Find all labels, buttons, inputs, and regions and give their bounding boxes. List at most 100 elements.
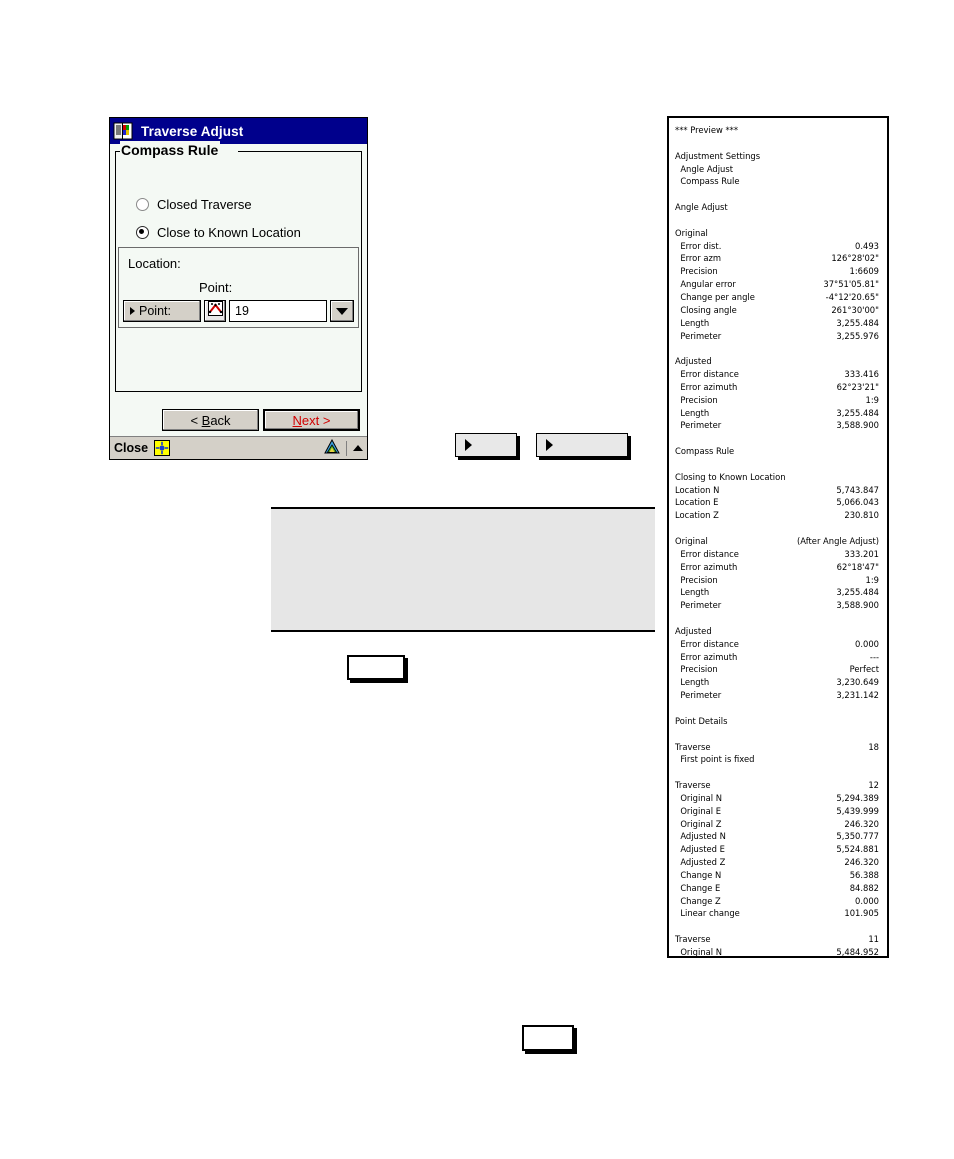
preview-line-value: 12 bbox=[868, 780, 879, 791]
preview-line-label: Precision bbox=[675, 664, 718, 675]
preview-blank-line bbox=[675, 612, 879, 625]
preview-line: Traverse 12 bbox=[675, 779, 879, 792]
preview-line-value: 37°51'05.81" bbox=[823, 279, 879, 290]
preview-line: Original E 5,439.999 bbox=[675, 805, 879, 818]
preview-line: Perimeter 3,231.142 bbox=[675, 689, 879, 702]
preview-line-label: Perimeter bbox=[675, 690, 722, 701]
arrow-button-2[interactable] bbox=[536, 433, 628, 457]
arrow-button-1[interactable] bbox=[455, 433, 517, 457]
preview-line-value: 3,255.484 bbox=[836, 407, 879, 418]
point-picker-button[interactable] bbox=[204, 300, 226, 322]
preview-line-label: Adjusted bbox=[675, 356, 712, 367]
triangle-right-icon bbox=[130, 307, 135, 315]
preview-line-value: 246.320 bbox=[844, 857, 879, 868]
preview-line: Traverse 11 bbox=[675, 933, 879, 946]
preview-line: Error azimuth 62°23'21" bbox=[675, 381, 879, 394]
point-dropdown-button[interactable] bbox=[330, 300, 354, 322]
preview-line: Angle Adjust bbox=[675, 163, 879, 176]
preview-line: Perimeter 3,588.900 bbox=[675, 419, 879, 432]
preview-line: Closing angle 261°30'00" bbox=[675, 304, 879, 317]
preview-line-label: Change N bbox=[675, 869, 722, 880]
preview-line: Location Z 230.810 bbox=[675, 509, 879, 522]
empty-box-2[interactable] bbox=[522, 1025, 574, 1051]
preview-line-value: 5,484.952 bbox=[836, 947, 879, 957]
preview-line-label: Adjusted E bbox=[675, 844, 725, 855]
book-icon bbox=[113, 121, 133, 141]
preview-line-value: 5,350.777 bbox=[836, 831, 879, 842]
traverse-adjust-dialog: Traverse Adjust Compass Rule Closed Trav… bbox=[109, 117, 368, 460]
preview-line-label: Location N bbox=[675, 484, 720, 495]
radio-indicator-unchecked[interactable] bbox=[136, 198, 149, 211]
preview-line: Location E 5,066.043 bbox=[675, 496, 879, 509]
preview-line-value: 3,255.976 bbox=[836, 330, 879, 341]
preview-line-value: 0.000 bbox=[855, 895, 879, 906]
point-mode-label: Point: bbox=[139, 304, 171, 318]
close-button[interactable]: Close bbox=[114, 441, 148, 455]
preview-line-label: Point Details bbox=[675, 715, 728, 726]
point-row: Point: 19 bbox=[123, 300, 354, 322]
preview-line: Closing to Known Location bbox=[675, 471, 879, 484]
preview-line-value: 3,588.900 bbox=[836, 600, 879, 611]
preview-line: Precision 1:6609 bbox=[675, 265, 879, 278]
preview-line-label: Length bbox=[675, 407, 710, 418]
warning-triangle-icon[interactable] bbox=[324, 438, 340, 457]
preview-line-value: 246.320 bbox=[844, 818, 879, 829]
next-button-label: Next > bbox=[292, 412, 331, 428]
preview-line: Error azimuth --- bbox=[675, 651, 879, 664]
preview-line-label: Adjusted bbox=[675, 625, 712, 636]
preview-line-label: Linear change bbox=[675, 908, 740, 919]
preview-line: Adjusted bbox=[675, 625, 879, 638]
preview-line: Error azimuth 62°18'47" bbox=[675, 561, 879, 574]
point-input[interactable]: 19 bbox=[229, 300, 327, 322]
empty-box-1[interactable] bbox=[347, 655, 405, 680]
next-button[interactable]: Next > bbox=[263, 409, 360, 431]
preview-line-label: Adjusted Z bbox=[675, 857, 726, 868]
preview-line: Original N 5,294.389 bbox=[675, 792, 879, 805]
preview-blank-line bbox=[675, 728, 879, 741]
preview-blank-line bbox=[675, 920, 879, 933]
navigation-buttons: < Back Next > bbox=[110, 409, 360, 431]
preview-line: Angular error 37°51'05.81" bbox=[675, 278, 879, 291]
preview-line-label: Compass Rule bbox=[675, 176, 740, 187]
preview-line-value: 1:9 bbox=[865, 574, 879, 585]
chevron-up-icon[interactable] bbox=[353, 445, 363, 451]
radio-closed-traverse[interactable]: Closed Traverse bbox=[136, 197, 252, 212]
radio-close-to-known-location[interactable]: Close to Known Location bbox=[136, 225, 301, 240]
preview-report-panel[interactable]: *** Preview *** Adjustment Settings Angle… bbox=[667, 116, 889, 958]
preview-line-label: Error distance bbox=[675, 548, 739, 559]
preview-line-value: 5,439.999 bbox=[836, 805, 879, 816]
preview-line: Change N 56.388 bbox=[675, 869, 879, 882]
preview-line-value: 62°18'47" bbox=[836, 561, 879, 572]
preview-blank-line bbox=[675, 137, 879, 150]
dialog-title: Traverse Adjust bbox=[141, 123, 244, 139]
preview-line-label: Error distance bbox=[675, 638, 739, 649]
input-panel-icon[interactable] bbox=[154, 440, 171, 456]
preview-line-value: 1:9 bbox=[865, 394, 879, 405]
preview-line: Adjusted E 5,524.881 bbox=[675, 843, 879, 856]
preview-line: Original N 5,484.952 bbox=[675, 946, 879, 957]
preview-line-label: Original Z bbox=[675, 818, 722, 829]
preview-line-label: Change per angle bbox=[675, 291, 755, 302]
preview-line-value: 11 bbox=[868, 934, 879, 945]
point-mode-button[interactable]: Point: bbox=[123, 300, 201, 322]
preview-line: *** Preview *** bbox=[675, 124, 879, 137]
dialog-statusbar: Close bbox=[110, 436, 367, 459]
preview-line-value: 56.388 bbox=[849, 869, 879, 880]
preview-line: Length 3,255.484 bbox=[675, 317, 879, 330]
preview-line: Change E 84.882 bbox=[675, 882, 879, 895]
radio-indicator-checked[interactable] bbox=[136, 226, 149, 239]
preview-line-value: 5,743.847 bbox=[836, 484, 879, 495]
preview-line-value: 0.493 bbox=[855, 240, 879, 251]
triangle-right-icon bbox=[546, 439, 553, 451]
preview-line-label: Adjustment Settings bbox=[675, 150, 761, 161]
preview-line: Change Z 0.000 bbox=[675, 895, 879, 908]
preview-blank-line bbox=[675, 702, 879, 715]
back-button[interactable]: < Back bbox=[162, 409, 259, 431]
preview-line-value: --- bbox=[869, 651, 879, 662]
preview-line-label: Change Z bbox=[675, 895, 721, 906]
preview-line: Adjusted N 5,350.777 bbox=[675, 830, 879, 843]
preview-line-value: 5,524.881 bbox=[836, 844, 879, 855]
preview-line: Precision 1:9 bbox=[675, 394, 879, 407]
point-caption: Point: bbox=[199, 280, 233, 295]
preview-line: Adjusted Z 246.320 bbox=[675, 856, 879, 869]
